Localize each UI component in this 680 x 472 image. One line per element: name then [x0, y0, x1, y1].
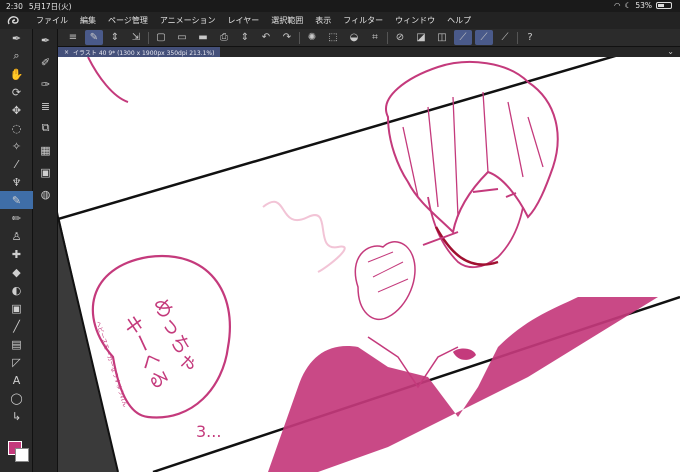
help-icon[interactable]: ? [521, 30, 539, 45]
new-file-icon[interactable]: ▢ [152, 30, 170, 45]
spinner-icon[interactable]: ✺ [303, 30, 321, 45]
snap-icon[interactable]: ⟋ [496, 30, 514, 45]
balloon-icon[interactable]: ◯ [0, 389, 33, 407]
layers-icon[interactable]: ≣ [33, 95, 58, 117]
separator-2 [299, 31, 300, 44]
hair-outline [385, 61, 559, 235]
smoke-stroke [262, 200, 346, 273]
gradient-icon[interactable]: ▣ [0, 299, 33, 317]
command-bar: ≡ ✎ ⇕ ⇲ ▢ ▭ ▬ ⎙ ⇕ ↶ ↷ ✺ ⬚ ◒ ⌗ ⊘ ◪ ◫ ⟋ ⟋ … [58, 29, 680, 47]
menu-selection[interactable]: 選択範囲 [265, 15, 309, 26]
pen-nib-icon[interactable]: ✒ [0, 29, 33, 47]
menu-help[interactable]: ヘルプ [441, 15, 477, 26]
redo-icon[interactable]: ↷ [278, 30, 296, 45]
panel-border-top [58, 57, 617, 221]
text-icon[interactable]: A [0, 371, 33, 389]
ellipsis-text: 3... [196, 422, 221, 441]
liquify-icon[interactable]: ♆ [0, 173, 33, 191]
menu-view[interactable]: 表示 [309, 15, 337, 26]
fill-bucket-icon[interactable]: ◒ [345, 30, 363, 45]
battery-icon [656, 2, 672, 9]
hand-outline [354, 241, 416, 320]
face-outline [427, 196, 524, 268]
correct-line-icon[interactable]: ↳ [0, 407, 33, 425]
eraser-icon[interactable]: ◆ [0, 263, 33, 281]
navigator-icon[interactable]: ▣ [33, 161, 58, 183]
bow-tie [453, 348, 476, 360]
moon-icon: ☾ [624, 1, 632, 10]
speech-bubble [91, 254, 231, 419]
hamburger-menu-icon[interactable]: ≡ [64, 30, 82, 45]
jacket-fill [268, 297, 658, 472]
drawing-canvas[interactable]: めっちゃ キーくる ヘビースモーカーなうすゆうれん 3... [58, 57, 680, 472]
move-icon[interactable]: ✥ [0, 101, 33, 119]
open-folder-icon[interactable]: ▭ [173, 30, 191, 45]
status-time: 2:30 [6, 1, 23, 11]
pen-icon[interactable]: ✎ [0, 191, 33, 209]
status-bar: 2:30 5月17日(火) ◠ ☾ 53% [0, 0, 680, 12]
eye-stroke [472, 188, 517, 198]
separator-3 [387, 31, 388, 44]
menu-page[interactable]: ページ管理 [102, 15, 154, 26]
brush-c-icon[interactable]: ✑ [33, 73, 58, 95]
menu-file[interactable]: ファイル [30, 15, 74, 26]
stabilizer-icon[interactable]: ⟋ [454, 30, 472, 45]
correction-icon[interactable]: ⟋ [475, 30, 493, 45]
transform-icon[interactable]: ⬚ [324, 30, 342, 45]
brush-a-icon[interactable]: ✒ [33, 29, 58, 51]
tab-close-icon[interactable]: × [64, 49, 69, 56]
material-icon[interactable]: ▦ [33, 139, 58, 161]
brush-b-icon[interactable]: ✐ [33, 51, 58, 73]
artwork-svg: めっちゃ キーくる ヘビースモーカーなうすゆうれん 3... [58, 57, 680, 472]
menu-edit[interactable]: 編集 [74, 15, 102, 26]
rotate-icon[interactable]: ⟳ [0, 83, 33, 101]
chevron-updown-2-icon[interactable]: ⇕ [236, 30, 254, 45]
menu-window[interactable]: ウィンドウ [389, 15, 441, 26]
menu-bar: ファイル 編集 ページ管理 アニメーション レイヤー 選択範囲 表示 フィルター… [0, 12, 680, 29]
crop-icon[interactable]: ⌗ [366, 30, 384, 45]
pencil-icon[interactable]: ✏ [0, 209, 33, 227]
zoom-icon[interactable]: ⌕ [0, 47, 33, 65]
frame-icon[interactable]: ▤ [0, 335, 33, 353]
menu-layer[interactable]: レイヤー [222, 15, 266, 26]
document-tab[interactable]: × イラスト 40 9* (1300 x 1900px 350dpi 213.1… [58, 47, 221, 57]
fill-icon[interactable]: ◐ [0, 281, 33, 299]
sub-tool-palette: ✒ ✐ ✑ ≣ ⧉ ▦ ▣ ◍ [33, 29, 58, 472]
sub-color-swatch[interactable] [15, 448, 29, 462]
hand-icon[interactable]: ✋ [0, 65, 33, 83]
battery-percent: 53% [635, 1, 652, 10]
lasso-icon[interactable]: ◌ [0, 119, 33, 137]
menu-animation[interactable]: アニメーション [154, 15, 222, 26]
invert-icon[interactable]: ◪ [412, 30, 430, 45]
status-date: 5月17日(火) [28, 1, 72, 11]
deselect-icon[interactable]: ⊘ [391, 30, 409, 45]
undo-icon[interactable]: ↶ [257, 30, 275, 45]
document-tab-title: イラスト 40 9* (1300 x 1900px 350dpi 213.1%) [73, 49, 215, 57]
collapse-chevron-icon[interactable]: ⌄ [667, 47, 674, 56]
magic-wand-icon[interactable]: ✧ [0, 137, 33, 155]
airbrush-icon[interactable]: ♙ [0, 227, 33, 245]
export-icon[interactable]: ⇲ [127, 30, 145, 45]
tool-palette: ✒ ⌕ ✋ ⟳ ✥ ◌ ✧ ⁄ ♆ ✎ ✏ ♙ ✚ ◆ ◐ ▣ ╱ ▤ ◸ A … [0, 29, 33, 472]
menu-filter[interactable]: フィルター [337, 15, 389, 26]
ruler-icon[interactable]: ◸ [0, 353, 33, 371]
finger-strokes [367, 251, 409, 293]
save-icon[interactable]: ▬ [194, 30, 212, 45]
selection-icon[interactable]: ◫ [433, 30, 451, 45]
separator [148, 31, 149, 44]
arc-stroke [87, 57, 129, 103]
line-icon[interactable]: ╱ [0, 317, 33, 335]
print-icon[interactable]: ⎙ [215, 30, 233, 45]
wifi-icon: ◠ [614, 1, 621, 10]
app-logo-icon[interactable] [6, 15, 22, 27]
chevron-updown-icon[interactable]: ⇕ [106, 30, 124, 45]
brush-tool-icon[interactable]: ✎ [85, 30, 103, 45]
document-tab-bar: × イラスト 40 9* (1300 x 1900px 350dpi 213.1… [58, 47, 680, 57]
layer-stack-icon[interactable]: ⧉ [33, 117, 58, 139]
eyedropper-icon[interactable]: ⁄ [0, 155, 33, 173]
history-icon[interactable]: ◍ [33, 183, 58, 205]
decoration-icon[interactable]: ✚ [0, 245, 33, 263]
separator-4 [517, 31, 518, 44]
